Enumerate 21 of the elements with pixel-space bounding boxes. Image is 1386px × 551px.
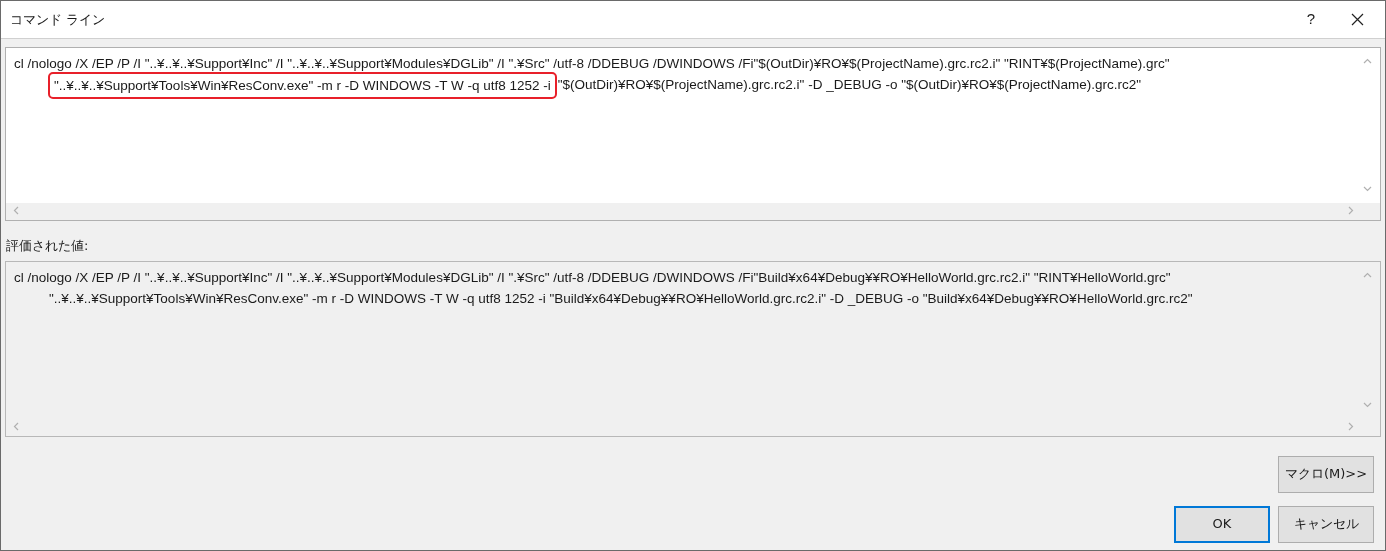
scroll-down-icon[interactable] bbox=[1363, 401, 1372, 408]
evaluated-text: "..¥..¥..¥Support¥Tools¥Win¥ResConv.exe" -m r -D WINDOWS -T W -q utf8 1252 -i "Build¥x64¥Debug¥¥RO¥HelloWorld.grc.rc2.i" -D _DEBUG -o "Build¥x64¥Debug¥¥RO¥HelloWorld.grc.rc2" bbox=[49, 289, 1193, 308]
scroll-right-icon[interactable] bbox=[1348, 421, 1354, 431]
scroll-left-icon[interactable] bbox=[13, 421, 19, 431]
close-icon bbox=[1350, 13, 1364, 26]
evaluated-text: cl /nologo /X /EP /P /I "..¥..¥..¥Support¥Inc" /I "..¥..¥..¥Support¥Modules¥DGLib" /I ".¥Src" /utf-8 /DDEBUG /DWINDOWS /Fi"Build¥x64¥Debug¥¥RO¥HelloWorld.grc.rc2.i" "RINT¥HelloWorld.grc" bbox=[14, 268, 1171, 287]
command-text: cl /nologo /X /EP /P /I "..¥..¥..¥Support¥Inc" /I "..¥..¥..¥Support¥Modules¥DGLib" /I ".¥Src" /utf-8 /DDEBUG /DWINDOWS /Fi"$(OutDir)¥RO¥$(ProjectName).grc.rc2.i" "RINT¥$(ProjectName).grc" bbox=[13, 55, 1171, 73]
scroll-down-icon[interactable] bbox=[1363, 186, 1372, 192]
macro-button[interactable]: マクロ(M)>> bbox=[1278, 455, 1374, 493]
scroll-up-icon[interactable] bbox=[1363, 271, 1372, 278]
scroll-right-icon[interactable] bbox=[1348, 206, 1354, 215]
help-button[interactable]: ? bbox=[1288, 0, 1334, 39]
command-editor[interactable] bbox=[5, 47, 1381, 221]
scroll-up-icon[interactable] bbox=[1363, 58, 1372, 64]
scroll-left-icon[interactable] bbox=[13, 206, 19, 215]
highlighted-text: "..¥..¥..¥Support¥Tools¥Win¥ResConv.exe" -m r -D WINDOWS -T W -q utf8 1252 -i bbox=[48, 72, 557, 99]
ok-button[interactable]: OK bbox=[1174, 505, 1270, 543]
command-text: "$(OutDir)¥RO¥$(ProjectName).grc.rc2.i" -D _DEBUG -o "$(OutDir)¥RO¥$(ProjectName).grc.rc2" bbox=[556, 76, 1143, 94]
evaluated-value-label: 評価された値: bbox=[6, 237, 90, 255]
cancel-button[interactable]: キャンセル bbox=[1278, 505, 1374, 543]
window-title: コマンド ライン bbox=[10, 10, 106, 29]
